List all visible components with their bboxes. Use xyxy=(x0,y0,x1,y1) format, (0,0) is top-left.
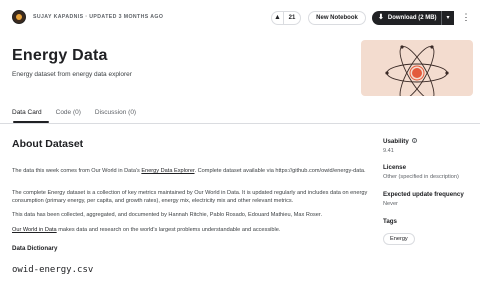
atom-electron xyxy=(430,45,434,49)
upvote-button[interactable]: ▲ 21 xyxy=(271,11,301,25)
description-text: The data this week comes from Our World … xyxy=(12,168,142,174)
usability-section: Usability i 9.41 xyxy=(383,138,417,154)
atom-electron xyxy=(400,45,404,49)
our-world-in-data-link[interactable]: Our World in Data xyxy=(12,227,57,233)
new-notebook-button[interactable]: New Notebook xyxy=(308,11,366,25)
usability-label: Usability i xyxy=(383,138,417,145)
usability-label-text: Usability xyxy=(383,138,409,145)
update-frequency-label: Expected update frequency xyxy=(383,191,464,198)
atom-nucleus xyxy=(412,68,422,78)
tag-chip-energy[interactable]: Energy xyxy=(383,233,415,245)
atom-electron xyxy=(385,71,389,75)
download-label: Download (2 MB) xyxy=(387,15,437,21)
avatar[interactable] xyxy=(12,10,26,24)
dataset-subtitle: Energy dataset from energy data explorer xyxy=(12,71,132,78)
usability-value: 9.41 xyxy=(383,148,394,154)
update-frequency-section: Expected update frequency Never xyxy=(383,191,464,207)
about-heading: About Dataset xyxy=(12,138,84,150)
tab-data-card[interactable]: Data Card xyxy=(12,108,42,122)
download-icon: ⬇ xyxy=(378,14,384,21)
description-paragraph: The data this week comes from Our World … xyxy=(12,167,372,175)
tab-discussion[interactable]: Discussion (0) xyxy=(95,108,136,122)
description-paragraph: The complete Energy dataset is a collect… xyxy=(12,190,368,204)
tags-section: Tags xyxy=(383,218,397,225)
license-label: License xyxy=(383,164,407,171)
dataset-title: Energy Data xyxy=(12,47,108,64)
dataset-cover-image xyxy=(361,40,473,96)
vote-count: 21 xyxy=(288,15,296,21)
description-paragraph: Our World in Data makes data and researc… xyxy=(12,226,372,234)
license-section: License Other (specified in description) xyxy=(383,164,459,180)
description-paragraph: This data has been collected, aggregated… xyxy=(12,212,323,218)
description-text: . Complete dataset available via https:/… xyxy=(194,168,366,174)
atom-electron xyxy=(445,71,449,75)
tab-code[interactable]: Code (0) xyxy=(56,108,81,122)
file-name[interactable]: owid-energy.csv xyxy=(12,265,93,275)
tab-divider xyxy=(0,123,480,124)
tags-label: Tags xyxy=(383,218,397,225)
info-icon[interactable]: i xyxy=(411,138,417,143)
more-options-icon[interactable]: ⋮ xyxy=(459,11,473,25)
description-text: makes data and research on the world's l… xyxy=(56,227,281,233)
data-dictionary-heading: Data Dictionary xyxy=(12,245,58,252)
license-value: Other (specified in description) xyxy=(383,174,459,180)
energy-data-explorer-link[interactable]: Energy Data Explorer xyxy=(141,168,194,174)
tab-bar: Data Card Code (0) Discussion (0) xyxy=(12,108,150,122)
update-frequency-value: Never xyxy=(383,201,398,207)
author-meta: SUJAY KAPADNIS · UPDATED 3 MONTHS AGO xyxy=(33,14,164,20)
atom-icon xyxy=(385,45,449,96)
up-arrow-icon: ▲ xyxy=(272,12,284,24)
